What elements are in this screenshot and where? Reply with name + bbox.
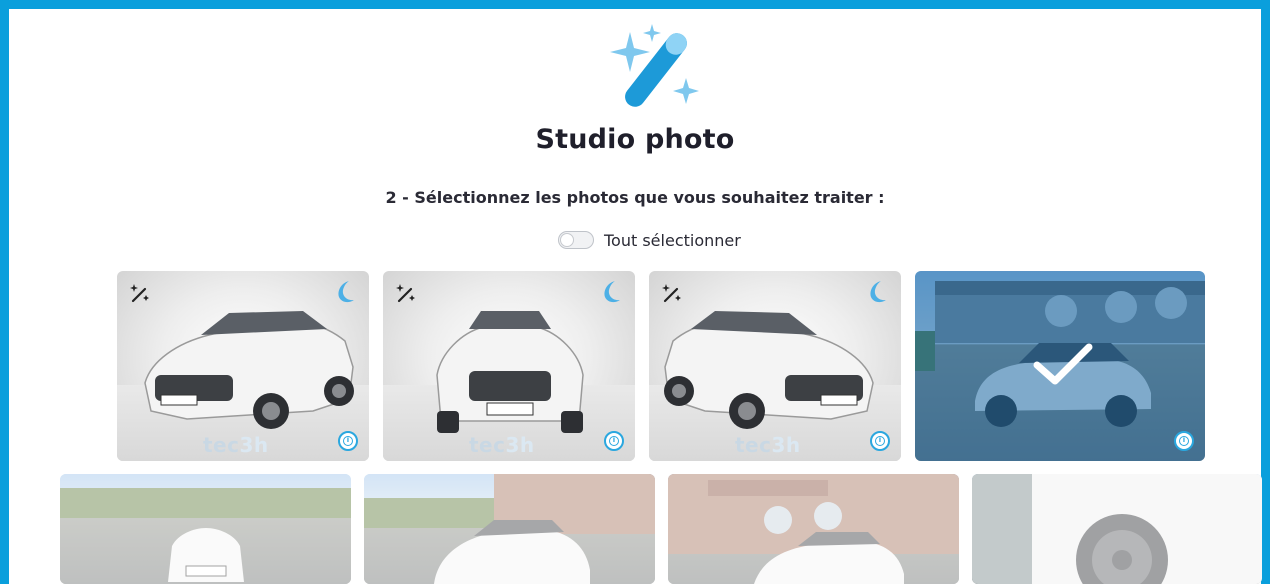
magic-wand-icon <box>610 24 699 107</box>
info-icon: i <box>343 436 353 446</box>
photo-card[interactable]: tec3h i <box>383 271 635 461</box>
photo-card[interactable] <box>60 474 351 584</box>
toggle-knob <box>560 233 574 247</box>
watermark: tec3h <box>735 433 801 457</box>
watermark: tec3h <box>203 433 269 457</box>
info-icon: i <box>609 436 619 446</box>
select-all-label: Tout sélectionner <box>604 230 741 250</box>
page-title: Studio photo <box>535 124 735 155</box>
photo-card[interactable] <box>364 474 655 584</box>
photo-card[interactable]: tec3h i <box>649 271 901 461</box>
magic-wand-icon <box>396 284 415 303</box>
select-all-row[interactable]: Tout sélectionner <box>558 228 741 252</box>
check-icon <box>1033 343 1093 385</box>
info-button[interactable]: i <box>604 431 624 451</box>
info-button[interactable]: i <box>1174 431 1194 451</box>
brand-moon-icon <box>870 281 886 303</box>
unselected-overlay <box>668 474 959 584</box>
info-button[interactable]: i <box>338 431 358 451</box>
info-icon: i <box>1179 436 1189 446</box>
select-all-toggle[interactable] <box>558 231 594 249</box>
info-icon: i <box>875 436 885 446</box>
photo-card[interactable] <box>972 474 1262 584</box>
info-button[interactable]: i <box>870 431 890 451</box>
unselected-overlay <box>972 474 1262 584</box>
photo-card[interactable]: tec3h i <box>117 271 369 461</box>
watermark: tec3h <box>469 433 535 457</box>
unselected-overlay <box>364 474 655 584</box>
brand-moon-icon <box>604 281 620 303</box>
brand-moon-icon <box>338 281 354 303</box>
magic-wand-icon <box>130 284 149 303</box>
instruction-text: 2 - Sélectionnez les photos que vous sou… <box>385 188 885 207</box>
photo-card-selected[interactable]: i <box>915 271 1205 461</box>
magic-wand-icon <box>662 284 681 303</box>
photo-card[interactable] <box>668 474 959 584</box>
unselected-overlay <box>60 474 351 584</box>
